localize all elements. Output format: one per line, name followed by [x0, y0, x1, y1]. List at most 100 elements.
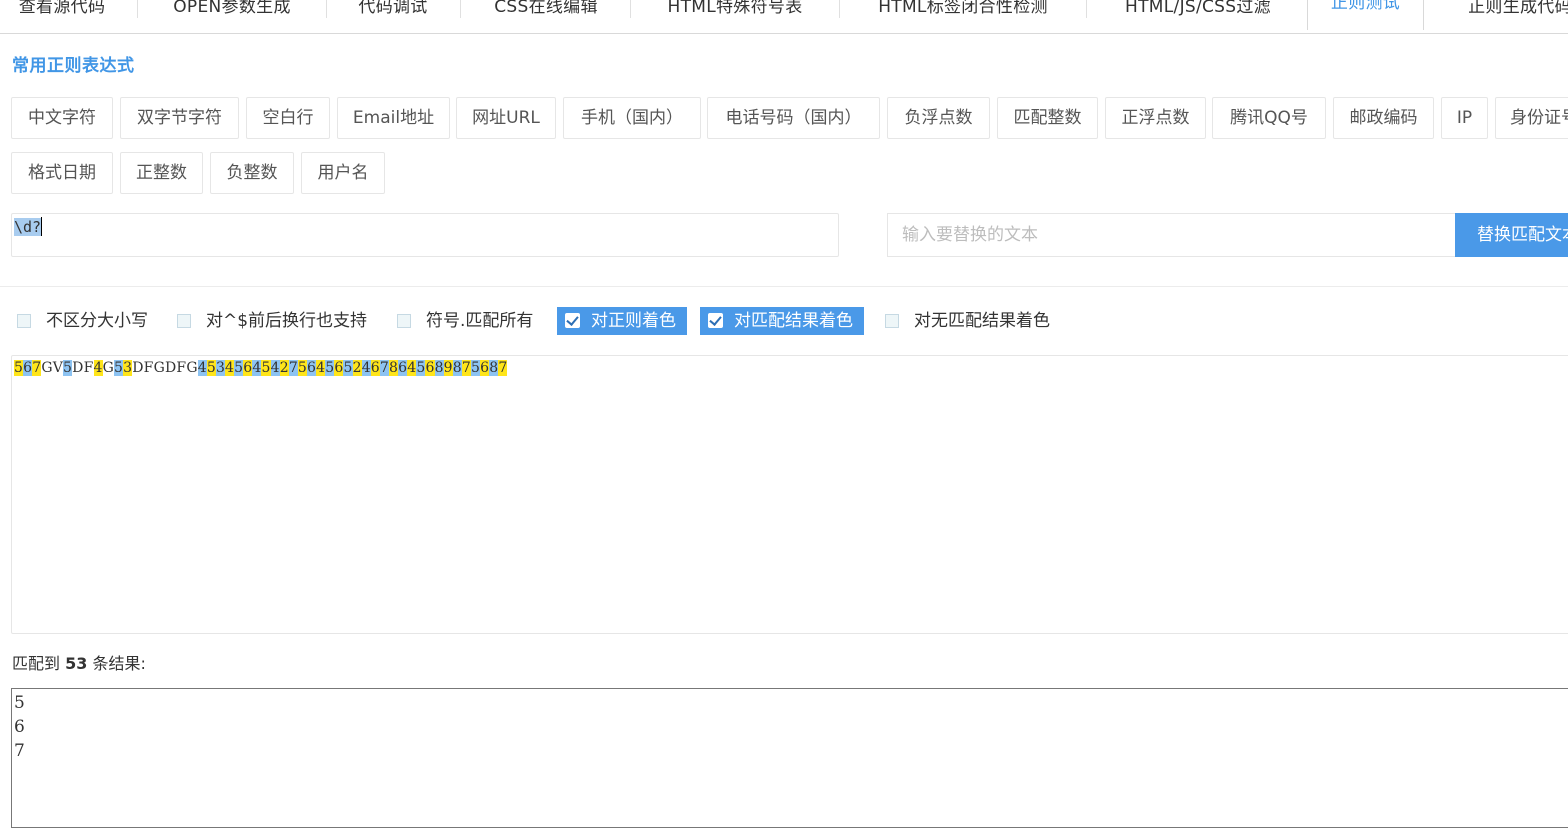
option-color-regex[interactable]: 对正则着色 — [557, 307, 687, 335]
match-highlight: 4 — [225, 360, 235, 376]
match-highlight: 7 — [288, 360, 298, 376]
preset-blank-line[interactable]: 空白行 — [246, 97, 330, 139]
tab-open-params[interactable]: OPEN参数生成 — [150, 0, 314, 33]
match-highlight: 5 — [234, 360, 244, 376]
match-highlight: 8 — [489, 360, 499, 376]
option-dotall[interactable]: 符号.匹配所有 — [391, 307, 546, 335]
unmatched-char: V — [52, 360, 64, 376]
unmatched-char: G — [41, 360, 53, 376]
tab-code-debug[interactable]: 代码调试 — [340, 0, 446, 33]
unmatched-char: F — [143, 360, 154, 376]
match-highlight: 5 — [14, 360, 24, 376]
result-prefix: 匹配到 — [12, 654, 61, 673]
match-highlight: 4 — [316, 360, 326, 376]
preset-positive-int[interactable]: 正整数 — [120, 152, 203, 194]
match-highlight: 6 — [23, 360, 33, 376]
preset-id-card[interactable]: 身份证号 — [1495, 97, 1568, 139]
replace-text-input[interactable]: 输入要替换的文本 — [887, 213, 1455, 257]
tab-regex-codegen[interactable]: 正则生成代码 — [1440, 0, 1568, 33]
tab-separator — [137, 0, 138, 18]
tab-regex-test[interactable]: 正则测试 — [1307, 0, 1424, 30]
option-label: 对正则着色 — [591, 311, 676, 331]
checkbox-icon[interactable] — [17, 314, 31, 328]
option-label: 对^$前后换行也支持 — [206, 311, 368, 331]
preset-mobile[interactable]: 手机（国内） — [563, 97, 701, 139]
tab-html-symbols[interactable]: HTML特殊符号表 — [644, 0, 826, 33]
match-result-list[interactable]: 5 6 7 — [11, 688, 1568, 828]
preset-username[interactable]: 用户名 — [301, 152, 385, 194]
match-highlight: 6 — [425, 360, 435, 376]
option-multiline[interactable]: 对^$前后换行也支持 — [171, 307, 381, 335]
option-label: 对无匹配结果着色 — [914, 311, 1050, 331]
option-color-matches[interactable]: 对匹配结果着色 — [700, 307, 864, 335]
tab-view-source[interactable]: 查看源代码 — [0, 0, 124, 33]
match-highlight: 5 — [261, 360, 271, 376]
preset-negative-float[interactable]: 负浮点数 — [887, 97, 990, 139]
unmatched-char: D — [164, 360, 177, 376]
regex-value: \d? — [14, 218, 42, 236]
match-highlight: 5 — [471, 360, 481, 376]
tab-separator — [1086, 0, 1087, 18]
match-highlight: 7 — [461, 360, 471, 376]
match-highlight: 5 — [325, 360, 335, 376]
option-ignore-case[interactable]: 不区分大小写 — [11, 307, 161, 335]
match-highlight: 2 — [352, 360, 362, 376]
preset-negative-int[interactable]: 负整数 — [210, 152, 294, 194]
match-count-summary: 匹配到 53 条结果: — [12, 650, 146, 674]
match-highlight: 2 — [279, 360, 289, 376]
match-highlight: 4 — [93, 360, 103, 376]
match-highlight: 6 — [307, 360, 317, 376]
preset-integer[interactable]: 匹配整数 — [997, 97, 1098, 139]
tab-separator — [326, 0, 327, 18]
result-suffix: 条结果: — [92, 654, 146, 673]
result-item: 5 — [14, 693, 25, 713]
preset-qq[interactable]: 腾讯QQ号 — [1212, 97, 1326, 139]
match-highlight: 8 — [389, 360, 399, 376]
option-label: 对匹配结果着色 — [734, 311, 853, 331]
match-highlight: 7 — [32, 360, 42, 376]
match-highlight: 5 — [63, 360, 73, 376]
preset-positive-float[interactable]: 正浮点数 — [1105, 97, 1206, 139]
tab-html-tag-check[interactable]: HTML标签闭合性检测 — [852, 0, 1074, 33]
option-label: 符号.匹配所有 — [426, 311, 534, 331]
match-highlight: 3 — [215, 360, 226, 376]
match-highlight: 9 — [443, 360, 453, 376]
tab-css-editor[interactable]: CSS在线编辑 — [474, 0, 618, 33]
checkbox-checked-icon[interactable] — [565, 313, 580, 328]
preset-date-format[interactable]: 格式日期 — [11, 152, 113, 194]
top-tab-bar: 查看源代码 OPEN参数生成 代码调试 CSS在线编辑 HTML特殊符号表 HT… — [0, 0, 1568, 34]
match-highlight: 6 — [480, 360, 490, 376]
option-color-nonmatches[interactable]: 对无匹配结果着色 — [879, 307, 1069, 335]
test-text-area[interactable]: 567GV5DF4G53DFGDFG4534564542756456524678… — [11, 355, 1568, 634]
unmatched-char: G — [186, 360, 198, 376]
unmatched-char: G — [153, 360, 165, 376]
unmatched-char: D — [72, 360, 84, 376]
tab-html-js-css-filter[interactable]: HTML/JS/CSS过滤 — [1100, 0, 1296, 33]
tab-separator — [630, 0, 631, 18]
match-highlight: 5 — [114, 360, 124, 376]
checkbox-icon[interactable] — [885, 314, 899, 328]
match-count: 53 — [65, 654, 88, 673]
preset-url[interactable]: 网址URL — [456, 97, 556, 139]
option-label: 不区分大小写 — [46, 311, 148, 331]
unmatched-char: G — [102, 360, 114, 376]
replace-matches-button[interactable]: 替换匹配文本 — [1455, 213, 1568, 257]
highlighted-test-text: 567GV5DF4G53DFGDFG4534564542756456524678… — [14, 360, 508, 376]
checkbox-icon[interactable] — [397, 314, 411, 328]
match-highlight: 8 — [434, 360, 444, 376]
match-highlight: 4 — [197, 360, 207, 376]
tab-separator — [839, 0, 840, 18]
preset-chinese-chars[interactable]: 中文字符 — [11, 97, 113, 139]
regex-input[interactable]: \d? — [11, 213, 839, 257]
match-highlight: 3 — [123, 360, 133, 376]
common-regex-title: 常用正则表达式 — [12, 56, 135, 76]
preset-phone[interactable]: 电话号码（国内） — [707, 97, 880, 139]
checkbox-icon[interactable] — [177, 314, 191, 328]
preset-postcode[interactable]: 邮政编码 — [1333, 97, 1434, 139]
preset-email[interactable]: Email地址 — [337, 97, 450, 139]
preset-double-byte[interactable]: 双字节字符 — [120, 97, 239, 139]
section-divider — [0, 286, 1568, 287]
checkbox-checked-icon[interactable] — [708, 313, 723, 328]
preset-ip[interactable]: IP — [1441, 97, 1488, 139]
unmatched-char: F — [83, 360, 94, 376]
